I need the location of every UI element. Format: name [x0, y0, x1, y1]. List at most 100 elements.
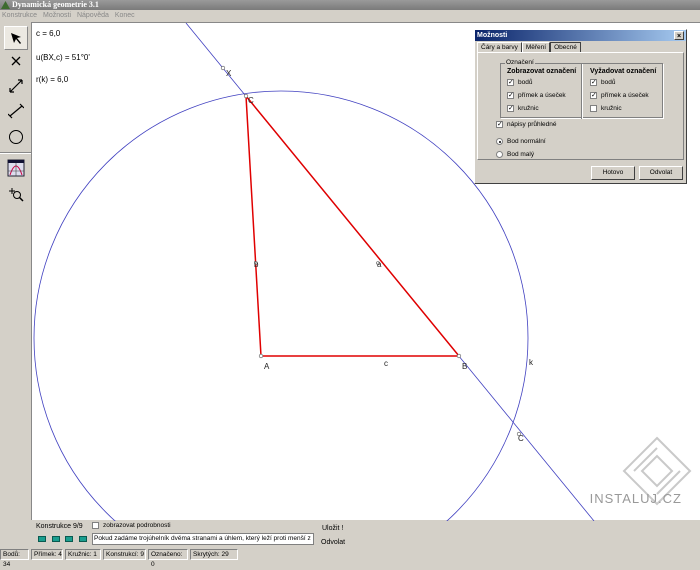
line-icon	[9, 79, 23, 93]
show-labels-header: Zobrazovat označení	[507, 68, 577, 75]
label-x: X	[226, 69, 232, 78]
dialog-title: Možnosti	[477, 32, 508, 39]
checkbox-label: bodů	[518, 79, 533, 86]
tab-measurement[interactable]: Měření	[521, 42, 551, 52]
circle-tool[interactable]	[4, 125, 28, 149]
point-b[interactable]	[456, 353, 462, 359]
show-lines-checkbox[interactable]: ✓ přímek a úseček	[507, 92, 566, 99]
label-a: A	[264, 362, 270, 371]
menu-konstrukce[interactable]: Konstrukce	[2, 12, 37, 19]
construction-panel: Konstrukce 9/9 zobrazovat podrobnosti Po…	[0, 520, 700, 549]
checkbox-box[interactable]	[590, 105, 597, 112]
radio-label: Bod normální	[507, 138, 546, 145]
checkbox-label: zobrazovat podrobnosti	[103, 522, 171, 529]
point-normal-radio[interactable]: Bod normální	[496, 138, 546, 145]
checkbox-box[interactable]: ✓	[507, 92, 514, 99]
transparent-labels-checkbox[interactable]: ✓ nápisy průhledné	[496, 121, 557, 128]
status-constructions: Konstrukcí: 9	[103, 549, 146, 560]
graph-tool[interactable]	[4, 156, 28, 180]
arrow-icon	[11, 33, 21, 44]
segment-tool[interactable]	[4, 99, 28, 123]
first-step-button[interactable]	[38, 536, 46, 542]
status-selected: Označeno: 0	[148, 549, 188, 568]
status-points: Bodů: 34	[0, 549, 29, 568]
checkbox-box[interactable]: ✓	[496, 121, 503, 128]
menu-bar: Konstrukce Možnosti Nápověda Konec	[0, 10, 700, 21]
checkbox-label: kružnic	[601, 105, 622, 112]
point-x-icon	[11, 56, 21, 66]
watermark-text: INSTALUJ.CZ	[589, 491, 682, 506]
cancel-button[interactable]: Odvolat	[639, 166, 683, 180]
require-lines-checkbox[interactable]: ✓ přímek a úseček	[590, 92, 649, 99]
construction-step: Konstrukce 9/9	[36, 523, 83, 530]
label-side-a: a	[377, 260, 382, 269]
segment-icon	[8, 103, 24, 119]
dialog-tabs: Čáry a barvy Měření Obecné	[477, 42, 581, 52]
window-title: Dynamická geometrie 3.1	[12, 0, 99, 9]
checkbox-label: bodů	[601, 79, 616, 86]
radio-button[interactable]	[496, 151, 503, 158]
column-separator	[581, 64, 582, 119]
show-circles-checkbox[interactable]: ✓ kružnic	[507, 105, 539, 112]
circle-icon	[9, 130, 23, 144]
status-hidden: Skrytých: 29	[190, 549, 238, 560]
close-button[interactable]: ×	[674, 31, 684, 40]
tab-panel-general: Označení Zobrazovat označení Vyžadovat o…	[477, 52, 684, 160]
checkbox-label: kružnic	[518, 105, 539, 112]
require-circles-checkbox[interactable]: kružnic	[590, 105, 622, 112]
select-tool[interactable]	[4, 26, 28, 50]
status-lines: Přímek: 4	[31, 549, 63, 560]
menu-konec[interactable]: Konec	[115, 12, 135, 19]
point-a[interactable]	[258, 353, 264, 359]
radio-label: Bod malý	[507, 151, 535, 158]
group-label: Označení	[505, 59, 535, 66]
point-small-radio[interactable]: Bod malý	[496, 151, 534, 158]
app-icon	[1, 1, 10, 9]
description-field[interactable]: Pokud zadáme trojúhelník dvěma stranami …	[92, 533, 314, 545]
last-step-button[interactable]	[79, 536, 87, 542]
title-bar: Dynamická geometrie 3.1	[0, 0, 700, 10]
prev-step-button[interactable]	[52, 536, 60, 542]
status-bar: Bodů: 34 Přímek: 4 Kružnic: 1 Konstrukcí…	[0, 549, 700, 568]
label-side-c: c	[384, 359, 388, 368]
require-points-checkbox[interactable]: ✓ bodů	[590, 79, 615, 86]
circle-k[interactable]	[33, 90, 529, 521]
zoom-tool[interactable]	[4, 182, 28, 206]
line-tool[interactable]	[4, 74, 28, 98]
graph-icon	[7, 159, 25, 177]
require-labels-header: Vyžadovat označení	[590, 68, 657, 75]
tab-lines-colors[interactable]: Čáry a barvy	[477, 42, 522, 52]
dialog-title-bar: Možnosti ×	[475, 30, 686, 41]
point-x[interactable]	[220, 65, 226, 71]
options-dialog: Možnosti × Čáry a barvy Měření Obecné Oz…	[474, 29, 687, 184]
menu-moznosti[interactable]: Možnosti	[43, 12, 71, 19]
checkbox-box[interactable]: ✓	[507, 79, 514, 86]
magnifier-icon	[9, 188, 24, 202]
point-tool[interactable]	[4, 49, 28, 73]
checkbox-label: nápisy průhledné	[507, 121, 557, 128]
checkbox-box[interactable]: ✓	[590, 92, 597, 99]
label-b: B	[462, 362, 467, 371]
labels-group: Označení Zobrazovat označení Vyžadovat o…	[500, 59, 663, 119]
undo-link[interactable]: Odvolat	[321, 539, 345, 546]
checkbox-box[interactable]: ✓	[507, 105, 514, 112]
show-points-checkbox[interactable]: ✓ bodů	[507, 79, 532, 86]
toolbar	[0, 22, 31, 520]
status-circles: Kružnic: 1	[65, 549, 101, 560]
ok-button[interactable]: Hotovo	[591, 166, 635, 180]
checkbox-label: přímek a úseček	[518, 92, 566, 99]
menu-napoveda[interactable]: Nápověda	[77, 12, 109, 19]
next-step-button[interactable]	[65, 536, 73, 542]
label-c: C	[248, 96, 254, 105]
save-link[interactable]: Uložit !	[322, 525, 343, 532]
toolbar-separator	[0, 152, 31, 154]
label-k: k	[529, 358, 534, 367]
details-checkbox[interactable]: zobrazovat podrobnosti	[92, 522, 171, 529]
tab-general[interactable]: Obecné	[550, 42, 581, 52]
radio-button[interactable]	[496, 138, 503, 145]
label-c2: C	[518, 434, 524, 443]
checkbox-label: přímek a úseček	[601, 92, 649, 99]
triangle-abc[interactable]	[245, 93, 461, 357]
checkbox-box[interactable]	[92, 522, 99, 529]
checkbox-box[interactable]: ✓	[590, 79, 597, 86]
